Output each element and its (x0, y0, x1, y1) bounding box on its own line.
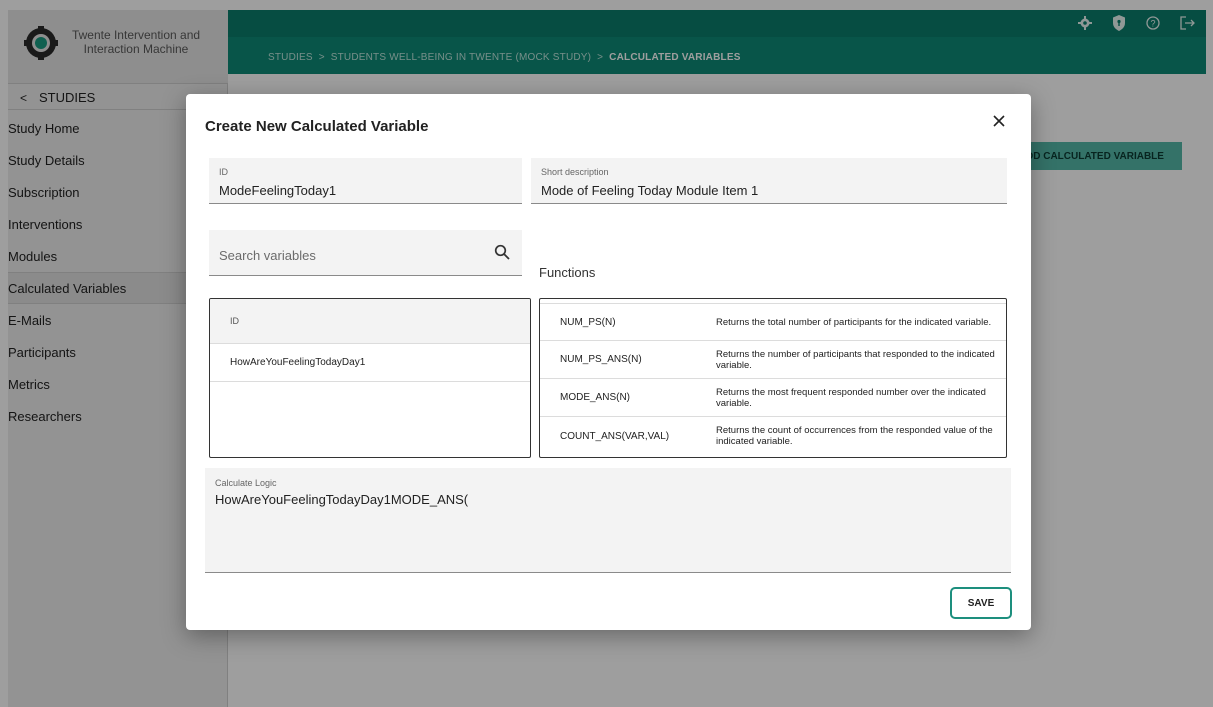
function-description: Returns the number of participants that … (716, 348, 995, 371)
id-field-value: ModeFeelingToday1 (219, 183, 337, 198)
function-row[interactable]: COUNT_ANS(VAR,VAL) Returns the count of … (540, 417, 1006, 455)
function-description: Returns the total number of participants… (716, 316, 992, 328)
calculate-logic-label: Calculate Logic (215, 478, 277, 488)
short-description-label: Short description (541, 167, 609, 177)
function-row[interactable]: NUM_PS(N) Returns the total number of pa… (540, 303, 1006, 341)
id-field[interactable]: ID ModeFeelingToday1 (209, 158, 522, 204)
save-button[interactable]: SAVE (950, 587, 1012, 619)
function-name: MODE_ANS(N) (560, 392, 631, 403)
function-name: NUM_PS_ANS(N) (560, 354, 642, 365)
calculate-logic-field[interactable]: Calculate Logic HowAreYouFeelingTodayDay… (205, 468, 1011, 573)
close-icon[interactable] (988, 110, 1010, 132)
functions-heading: Functions (539, 265, 596, 280)
search-input[interactable] (219, 248, 479, 263)
function-row[interactable]: MODE_ANS(N) Returns the most frequent re… (540, 379, 1006, 417)
function-description: Returns the count of occurrences from th… (716, 425, 993, 447)
functions-table: NUM_PS(N) Returns the total number of pa… (539, 298, 1007, 458)
short-description-value: Mode of Feeling Today Module Item 1 (541, 183, 759, 198)
dialog-title: Create New Calculated Variable (205, 118, 429, 135)
variables-table-header: ID (210, 299, 530, 344)
search-variables-box (209, 230, 522, 276)
function-name: COUNT_ANS(VAR,VAL) (560, 430, 670, 442)
id-field-label: ID (219, 167, 228, 177)
function-row[interactable]: NUM_PS_ANS(N) Returns the number of part… (540, 341, 1006, 379)
calculate-logic-value: HowAreYouFeelingTodayDay1MODE_ANS( (215, 492, 469, 507)
variables-table: ID HowAreYouFeelingTodayDay1 (209, 298, 531, 458)
variables-table-row[interactable]: HowAreYouFeelingTodayDay1 (210, 344, 530, 382)
search-icon[interactable] (494, 244, 510, 260)
function-description: Returns the most frequent responded numb… (716, 386, 986, 409)
function-name: NUM_PS(N) (560, 316, 616, 328)
create-variable-dialog: Create New Calculated Variable ID ModeFe… (186, 94, 1031, 630)
short-description-field[interactable]: Short description Mode of Feeling Today … (531, 158, 1007, 204)
